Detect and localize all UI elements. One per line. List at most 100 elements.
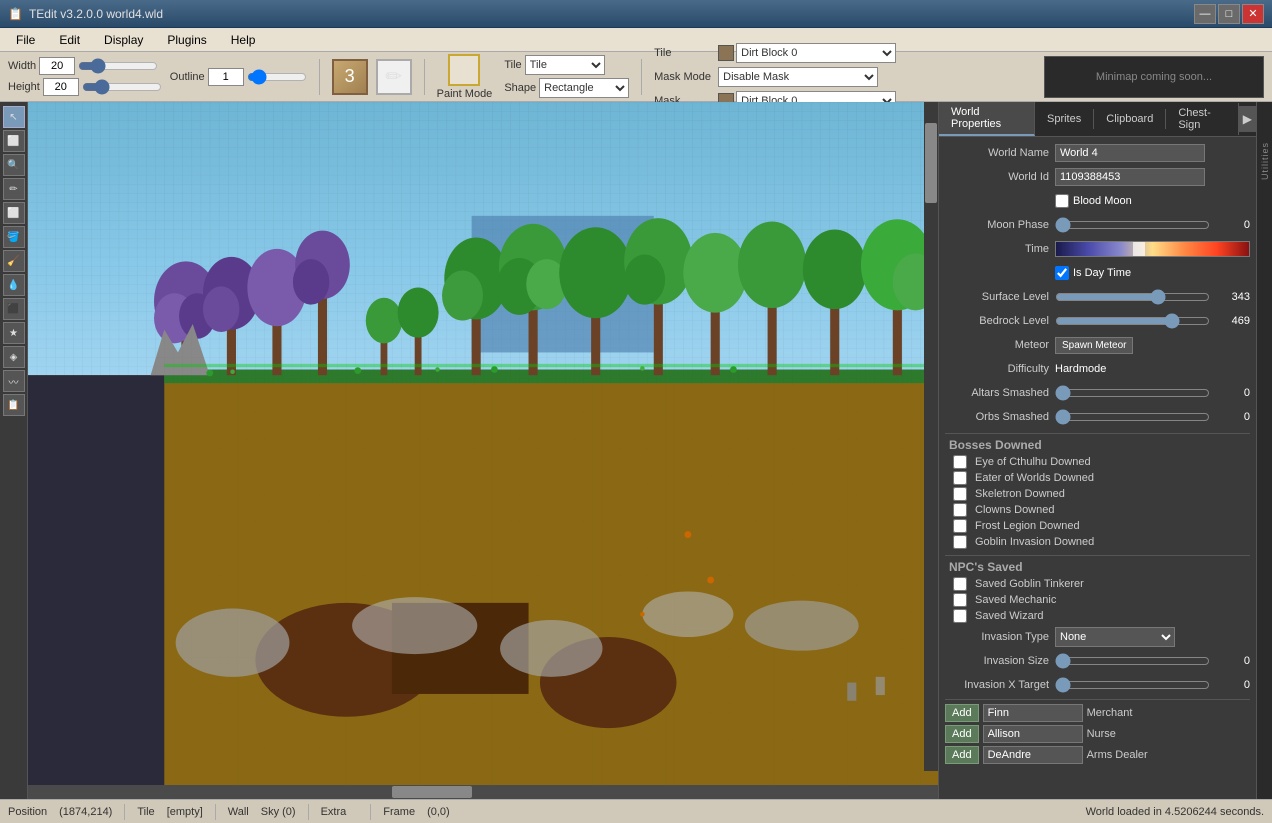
menu-help[interactable]: Help [219,31,268,49]
world-name-input[interactable] [1055,144,1205,162]
boss-goblin-checkbox[interactable] [953,535,967,549]
npc-goblin-checkbox[interactable] [953,577,967,591]
width-label: Width [8,60,36,72]
tile-button[interactable]: 3 [332,59,368,95]
tool-arrow[interactable]: ↖ [3,106,25,128]
minimize-button[interactable]: — [1194,4,1216,24]
boss-eater-checkbox[interactable] [953,471,967,485]
width-input[interactable] [39,57,75,75]
tab-chest-sign[interactable]: Chest-Sign [1166,103,1238,135]
invasion-size-row: Invasion Size 0 [945,651,1250,671]
altars-label: Altars Smashed [945,387,1055,399]
tool-fill[interactable]: 🪣 [3,226,25,248]
paint-mode-button[interactable] [448,54,480,86]
invasion-x-slider[interactable] [1055,678,1210,692]
npc-allison-add[interactable]: Add [945,725,979,743]
app-icon: 📋 [8,7,23,21]
npc-mechanic-checkbox[interactable] [953,593,967,607]
moon-phase-value: 0 [1210,219,1250,231]
npc-allison-name[interactable] [983,725,1083,743]
mask-mode-select[interactable]: Disable Mask Match Tile Empty Tile [718,67,878,87]
hscroll-thumb[interactable] [392,786,472,798]
boss-skeletron-checkbox[interactable] [953,487,967,501]
time-slider-thumb[interactable] [1133,242,1145,256]
spawn-meteor-button[interactable]: Spawn Meteor [1055,337,1133,354]
tool-paste[interactable]: 📋 [3,394,25,416]
eraser-button[interactable]: ✏ [376,59,412,95]
surface-level-slider[interactable] [1055,290,1210,304]
canvas-vscroll[interactable] [924,102,938,771]
titlebar: 📋 TEdit v3.2.0.0 world4.wld — □ ✕ [0,0,1272,28]
npc-wizard-checkbox[interactable] [953,609,967,623]
npc-finn-name[interactable] [983,704,1083,722]
utilities-sidebar: Utilities [1256,102,1272,799]
outline-slider[interactable] [247,69,307,85]
menu-file[interactable]: File [4,31,47,49]
sep1 [319,59,320,95]
blood-moon-checkbox[interactable] [1055,194,1069,208]
altars-slider[interactable] [1055,386,1210,400]
bedrock-level-slider[interactable] [1055,314,1210,328]
invasion-type-select[interactable]: None Goblin Army Frost Legion [1055,627,1175,647]
boss-eye-row: Eye of Cthulhu Downed [945,455,1250,469]
tile-select[interactable]: Dirt Block 0 [736,43,896,63]
tool-picker[interactable]: 💧 [3,274,25,296]
size-group: Width Height Outline [8,57,307,96]
day-time-checkbox[interactable] [1055,266,1069,280]
moon-phase-slider[interactable] [1055,218,1210,232]
boss-eye-label: Eye of Cthulhu Downed [975,456,1091,468]
tab-arrow[interactable]: ▶ [1239,106,1256,132]
menu-display[interactable]: Display [92,31,155,49]
tile-section-label: Tile [504,59,521,71]
boss-eye-checkbox[interactable] [953,455,967,469]
tool-unknown[interactable]: ◈ [3,346,25,368]
maximize-button[interactable]: □ [1218,4,1240,24]
tool-pencil2[interactable]: ⬜ [3,202,25,224]
time-slider[interactable] [1055,241,1250,257]
vscroll-thumb[interactable] [925,123,937,203]
tab-sprites[interactable]: Sprites [1035,109,1094,129]
statusbar: Position (1874,214) Tile [empty] Wall Sk… [0,799,1272,823]
tool-morph[interactable]: ⬛ [3,298,25,320]
npc-finn-add[interactable]: Add [945,704,979,722]
tab-world-properties[interactable]: World Properties [939,102,1035,136]
menu-edit[interactable]: Edit [47,31,92,49]
tool-pencil1[interactable]: ✏ [3,178,25,200]
left-toolbar: ↖ ⬜ 🔍 ✏ ⬜ 🪣 🧹 💧 ⬛ ★ ◈ 〰 📋 [0,102,28,799]
boss-clowns-checkbox[interactable] [953,503,967,517]
npc-deandre-add[interactable]: Add [945,746,979,764]
tool-wire[interactable]: 〰 [3,370,25,392]
close-button[interactable]: ✕ [1242,4,1264,24]
tool-eraser[interactable]: 🧹 [3,250,25,272]
width-slider[interactable] [78,58,158,74]
position-value: (1874,214) [59,806,112,818]
shape-select[interactable]: Rectangle Ellipse [539,78,629,98]
orbs-slider[interactable] [1055,410,1210,424]
invasion-size-slider[interactable] [1055,654,1210,668]
height-input[interactable] [43,78,79,96]
height-slider[interactable] [82,79,162,95]
outline-input[interactable] [208,68,244,86]
sep2 [424,59,425,95]
invasion-size-label: Invasion Size [945,655,1055,667]
canvas-area[interactable] [28,102,938,785]
boss-frost-checkbox[interactable] [953,519,967,533]
npc-deandre-name[interactable] [983,746,1083,764]
orbs-row: Orbs Smashed 0 [945,407,1250,427]
tile-mode-select[interactable]: Tile [525,55,605,75]
tool-selection[interactable]: ⬜ [3,130,25,152]
blood-moon-row: Blood Moon [945,191,1250,211]
npc-deandre-type: Arms Dealer [1087,749,1148,761]
altars-value: 0 [1210,387,1250,399]
menu-plugins[interactable]: Plugins [155,31,218,49]
height-label: Height [8,81,40,93]
canvas-hscroll[interactable] [28,785,938,799]
moon-phase-label: Moon Phase [945,219,1055,231]
npc-finn-row: Add Merchant [945,704,1250,722]
npc-allison-row: Add Nurse [945,725,1250,743]
tool-zoom-in[interactable]: 🔍 [3,154,25,176]
tool-sprite[interactable]: ★ [3,322,25,344]
world-id-input[interactable] [1055,168,1205,186]
tab-clipboard[interactable]: Clipboard [1094,109,1166,129]
panel-tabs: World Properties Sprites Clipboard Chest… [939,102,1256,137]
